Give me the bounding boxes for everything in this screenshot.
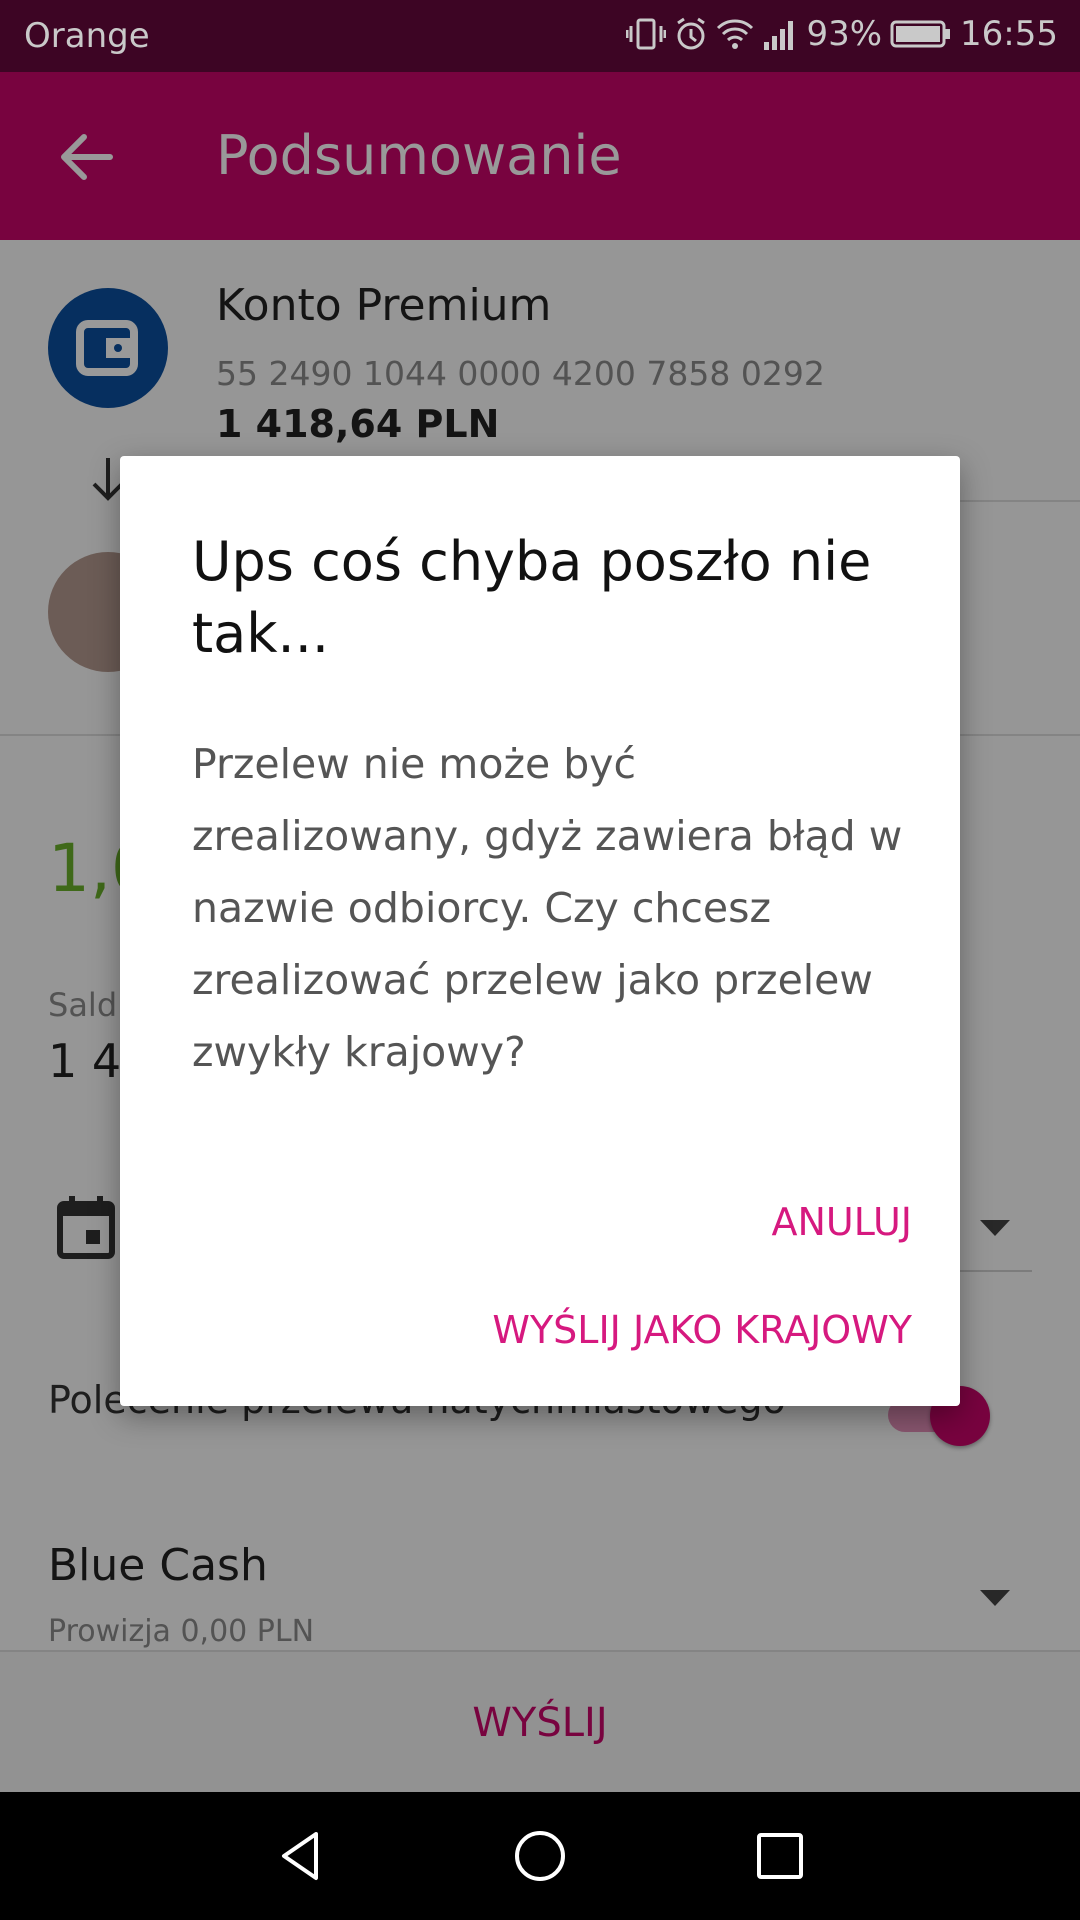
cancel-button[interactable]: ANULUJ [771,1200,912,1244]
dialog-title: Ups coś chyba poszło nie tak... [192,530,872,665]
error-dialog: Ups coś chyba poszło nie tak... Przelew … [120,456,960,1406]
clock-time: 16:55 [960,14,1058,54]
navigation-bar [0,1792,1080,1920]
signal-icon [762,16,798,52]
vibrate-icon [626,16,667,52]
nav-home-icon[interactable] [510,1826,570,1886]
status-bar: Orange 93% 16:55 [0,0,1080,72]
status-icons: 93% 16:55 [626,14,1058,54]
alarm-icon [674,16,708,52]
nav-recent-apps-icon[interactable] [750,1826,810,1886]
nav-back-icon[interactable] [270,1826,330,1886]
battery-icon [890,18,952,50]
carrier-name: Orange [24,16,150,56]
battery-percent: 93% [806,14,883,54]
send-as-domestic-button[interactable]: WYŚLIJ JAKO KRAJOWY [492,1308,912,1352]
wifi-icon [716,16,754,52]
dialog-message: Przelew nie może być zrealizowany, gdyż … [192,740,903,1076]
